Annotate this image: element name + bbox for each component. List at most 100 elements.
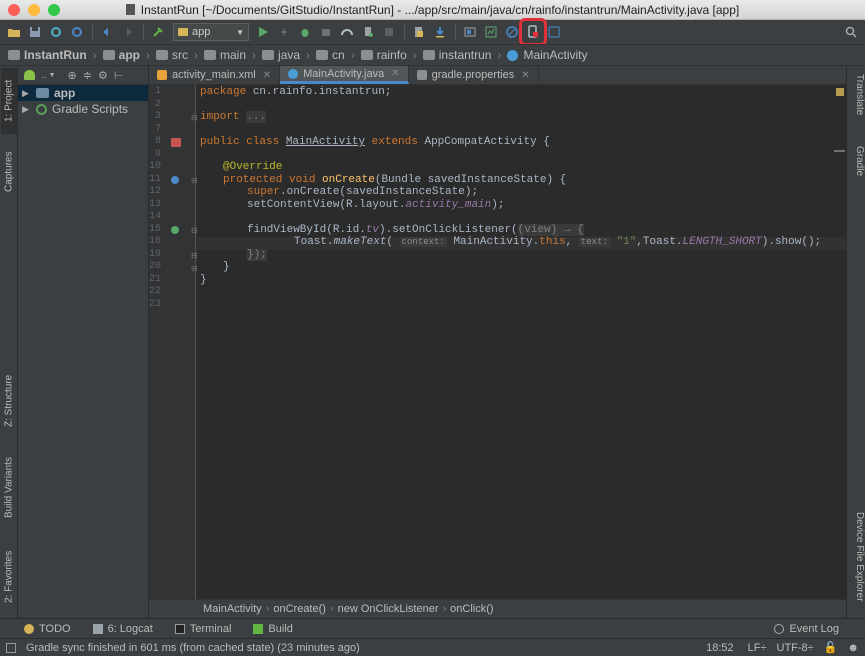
tab-label: Gradle xyxy=(854,146,865,177)
stop-icon[interactable] xyxy=(379,22,399,42)
make-project-hammer-icon[interactable] xyxy=(148,22,168,42)
tab-project[interactable]: 1: Project xyxy=(1,68,17,134)
breadcrumb-app[interactable]: app › xyxy=(102,48,150,62)
gear-icon[interactable]: ⚙ xyxy=(98,69,108,82)
folder-icon xyxy=(156,50,169,60)
fold-toggle-icon[interactable]: ⊟ xyxy=(191,264,198,273)
tab-mainactivity-java[interactable]: MainActivity.java ✕ xyxy=(280,66,409,84)
forward-arrow-icon[interactable] xyxy=(118,22,138,42)
breadcrumb-src[interactable]: src › xyxy=(156,48,198,62)
tree-item-gradle-scripts[interactable]: ▶ Gradle Scripts xyxy=(18,101,148,117)
view-mode-dropdown[interactable]: .. xyxy=(41,70,47,81)
chevron-right-icon: › xyxy=(92,48,97,62)
class-run-gutter-icon[interactable] xyxy=(171,138,181,147)
tab-label: Z: Structure xyxy=(3,374,15,428)
tool-todo[interactable]: TODO xyxy=(24,623,71,635)
file-encoding[interactable]: UTF-8÷ xyxy=(777,642,814,654)
tab-activity-main-xml[interactable]: activity_main.xml ✕ xyxy=(149,66,281,84)
sync-gradle-icon[interactable] xyxy=(409,22,429,42)
tab-favorites[interactable]: 2: Favorites xyxy=(1,542,17,612)
chevron-right-icon[interactable]: ▶ xyxy=(22,88,32,99)
avd-manager-icon[interactable] xyxy=(481,22,501,42)
tab-translate[interactable]: Translate xyxy=(849,74,865,115)
breadcrumb-main[interactable]: main › xyxy=(204,48,256,62)
tool-event-log[interactable]: Event Log xyxy=(774,623,839,635)
structure-crumb[interactable]: MainActivity xyxy=(203,603,262,615)
breadcrumb-project[interactable]: InstantRun › xyxy=(8,48,97,62)
structure-crumb[interactable]: onClick() xyxy=(450,603,493,615)
breadcrumb-rainfo[interactable]: rainfo › xyxy=(360,48,417,62)
breadcrumb-mainactivity[interactable]: MainActivity xyxy=(507,48,587,62)
structure-crumb[interactable]: onCreate() xyxy=(273,603,326,615)
breadcrumb-java[interactable]: java › xyxy=(262,48,310,62)
profile-gauge-icon[interactable] xyxy=(337,22,357,42)
override-gutter-icon[interactable] xyxy=(171,176,179,184)
instant-run-bolt-icon[interactable] xyxy=(274,22,294,42)
breadcrumb-cn[interactable]: cn › xyxy=(316,48,355,62)
gradle-icon xyxy=(36,103,47,115)
apply-changes-device-icon[interactable] xyxy=(519,18,547,46)
tool-terminal[interactable]: Terminal xyxy=(174,623,231,635)
fold-toggle-icon[interactable]: ⊟ xyxy=(191,226,198,235)
project-structure-icon[interactable] xyxy=(460,22,480,42)
minimize-window-button[interactable] xyxy=(28,4,40,16)
run-icon[interactable] xyxy=(253,22,273,42)
tab-build-variants[interactable]: Build Variants xyxy=(1,448,17,528)
layout-inspector-icon[interactable] xyxy=(544,22,564,42)
zoom-window-button[interactable] xyxy=(48,4,60,16)
debug-bug-icon[interactable] xyxy=(295,22,315,42)
tab-gradle-properties[interactable]: gradle.properties ✕ xyxy=(409,66,539,84)
sync-icon[interactable] xyxy=(46,22,66,42)
tab-device-file-explorer[interactable]: Device File Explorer xyxy=(849,512,865,601)
chevron-right-icon[interactable]: ▶ xyxy=(22,104,32,115)
search-everywhere-icon[interactable] xyxy=(841,22,861,42)
line-number: 20 xyxy=(148,261,161,272)
tree-item-app[interactable]: ▶ app xyxy=(18,85,148,101)
android-monitor-icon[interactable] xyxy=(502,22,522,42)
code-text: ); xyxy=(491,199,505,211)
code-text: } xyxy=(200,274,207,286)
tool-window-toggle-icon[interactable] xyxy=(6,643,16,653)
close-icon[interactable]: ✕ xyxy=(521,70,529,81)
run-config-dropdown[interactable]: app ▼ xyxy=(173,23,249,41)
keyword: import xyxy=(200,111,240,123)
toolbar-separator xyxy=(143,24,144,40)
code-area[interactable]: package cn.rainfo.instantrun; import ...… xyxy=(200,85,840,599)
inspection-status-icon[interactable] xyxy=(836,88,844,96)
collapse-all-icon[interactable]: ≑ xyxy=(83,69,92,82)
folded-lambda[interactable]: (view) → { xyxy=(517,224,584,236)
tab-captures[interactable]: Captures xyxy=(1,142,17,202)
tab-gradle[interactable]: Gradle xyxy=(849,146,865,176)
sdk-download-icon[interactable] xyxy=(430,22,450,42)
close-icon[interactable]: ✕ xyxy=(263,70,271,81)
line-separator[interactable]: LF÷ xyxy=(748,642,767,654)
fold-toggle-icon[interactable]: ⊟ xyxy=(191,176,198,185)
back-arrow-icon[interactable] xyxy=(97,22,117,42)
run-with-coverage-icon[interactable] xyxy=(316,22,336,42)
attach-debugger-icon[interactable] xyxy=(358,22,378,42)
line-number: 13 xyxy=(148,199,161,210)
fold-toggle-icon[interactable]: ⊟ xyxy=(191,113,198,122)
tab-label: 2: Favorites xyxy=(3,550,15,604)
open-folder-icon[interactable] xyxy=(4,22,24,42)
tree-item-label: Gradle Scripts xyxy=(52,102,129,116)
caret-position[interactable]: 18:52 xyxy=(706,642,734,654)
code-text: } xyxy=(223,261,230,273)
class-name: MainActivity xyxy=(285,136,366,148)
tab-structure[interactable]: Z: Structure xyxy=(1,366,17,436)
hide-panel-icon[interactable]: ⊢ xyxy=(114,69,124,82)
tool-logcat[interactable]: 6: Logcat xyxy=(92,623,153,635)
close-window-button[interactable] xyxy=(8,4,20,16)
save-all-icon[interactable] xyxy=(25,22,45,42)
refresh-icon[interactable] xyxy=(67,22,87,42)
close-icon[interactable]: ✕ xyxy=(391,68,399,79)
scroll-from-source-icon[interactable]: ⊕ xyxy=(68,69,77,82)
lambda-gutter-icon[interactable] xyxy=(171,226,179,234)
structure-crumb[interactable]: new OnClickListener xyxy=(338,603,439,615)
folded-imports[interactable]: ... xyxy=(246,111,267,123)
breadcrumb-instantrun[interactable]: instantrun › xyxy=(422,48,501,62)
lock-icon[interactable]: 🔓 xyxy=(824,641,838,654)
fold-toggle-icon[interactable]: ⊟ xyxy=(191,251,198,260)
hector-icon[interactable]: ☻ xyxy=(847,642,859,654)
tool-build[interactable]: Build xyxy=(253,623,293,635)
